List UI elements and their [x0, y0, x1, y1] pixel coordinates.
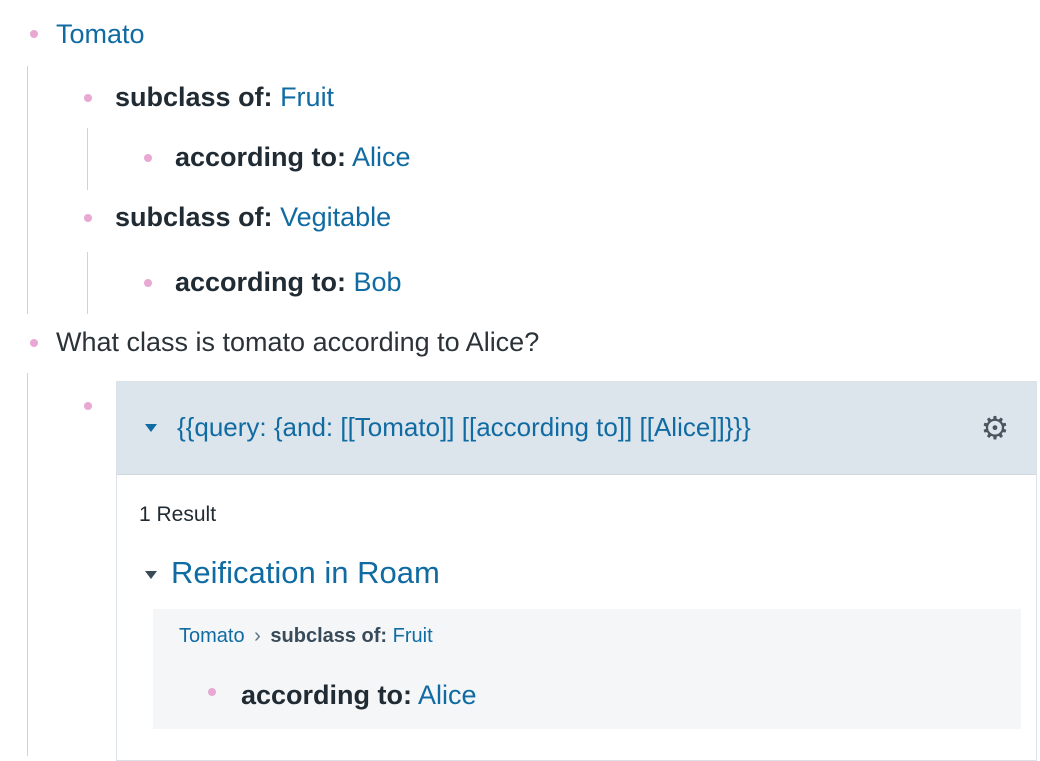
breadcrumb-attribute: subclass of:: [270, 625, 388, 647]
bullet-icon[interactable]: [84, 214, 92, 222]
result-count: 1 Result: [139, 503, 217, 526]
caret-down-icon[interactable]: [145, 571, 157, 579]
link-alice[interactable]: Alice: [352, 142, 411, 172]
bullet-icon[interactable]: [84, 402, 92, 410]
bullet-icon[interactable]: [208, 688, 216, 696]
result-reference: Tomato › subclass of: Fruit according to…: [153, 609, 1021, 729]
reference-block[interactable]: according to: Alice: [241, 678, 477, 712]
bullet-icon[interactable]: [144, 279, 152, 287]
block-tomato[interactable]: Tomato: [56, 17, 145, 51]
bullet-icon[interactable]: [144, 154, 152, 162]
vegitable-children-guide: [87, 252, 88, 314]
block-subclass-fruit[interactable]: subclass of: Fruit: [115, 80, 334, 114]
caret-down-icon[interactable]: [145, 424, 157, 432]
query-block: {{query: {and: [[Tomato]] [[according to…: [116, 381, 1037, 761]
block-according-bob[interactable]: according to: Bob: [175, 265, 402, 299]
tomato-children-guide: [27, 66, 28, 314]
fruit-children-guide: [87, 128, 88, 190]
breadcrumb: Tomato › subclass of: Fruit: [179, 622, 433, 650]
query-expression[interactable]: {{query: {and: [[Tomato]] [[according to…: [177, 410, 751, 444]
attribute-subclass-of[interactable]: subclass of:: [115, 202, 273, 232]
block-subclass-vegitable[interactable]: subclass of: Vegitable: [115, 200, 391, 234]
question-children-guide: [27, 373, 28, 756]
bullet-icon[interactable]: [30, 30, 38, 38]
result-page-title[interactable]: Reification in Roam: [171, 553, 440, 593]
link-fruit[interactable]: Fruit: [280, 82, 334, 112]
attribute-subclass-of[interactable]: subclass of:: [115, 82, 273, 112]
gear-icon[interactable]: ⚙: [979, 412, 1011, 444]
query-header: {{query: {and: [[Tomato]] [[according to…: [117, 382, 1036, 475]
link-bob[interactable]: Bob: [354, 267, 402, 297]
bullet-icon[interactable]: [84, 94, 92, 102]
breadcrumb-tomato[interactable]: Tomato: [179, 625, 245, 647]
bullet-icon[interactable]: [30, 339, 38, 347]
attribute-according-to[interactable]: according to:: [175, 267, 346, 297]
link-alice[interactable]: Alice: [418, 680, 477, 710]
breadcrumb-fruit[interactable]: Fruit: [393, 625, 433, 647]
breadcrumb-separator: ›: [254, 625, 261, 647]
block-according-alice[interactable]: according to: Alice: [175, 140, 411, 174]
attribute-according-to[interactable]: according to:: [241, 680, 412, 710]
link-vegitable[interactable]: Vegitable: [280, 202, 391, 232]
attribute-according-to[interactable]: according to:: [175, 142, 346, 172]
block-question[interactable]: What class is tomato according to Alice?: [56, 325, 539, 359]
